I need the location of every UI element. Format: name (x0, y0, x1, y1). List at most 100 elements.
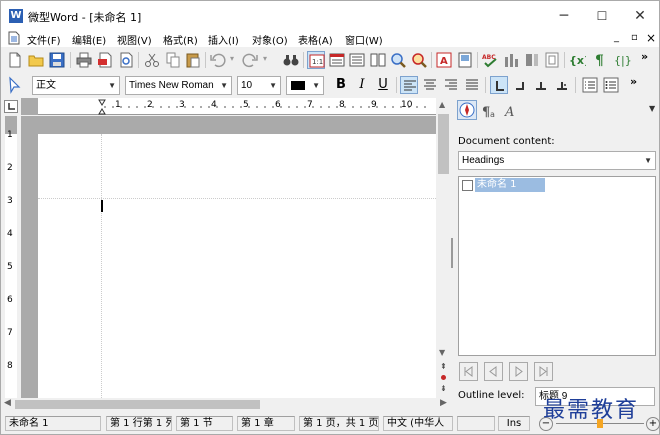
horizontal-scrollbar[interactable]: ◀ ▶ (1, 398, 451, 411)
content-select[interactable]: Headings ▼ (458, 151, 656, 170)
show-formatting-marks-icon[interactable]: ¶ (592, 51, 610, 69)
mdi-close-button[interactable]: × (646, 31, 656, 45)
styles-tab-icon[interactable]: ¶ a (481, 102, 499, 120)
ruler-mark: 7 (307, 100, 313, 110)
open-folder-icon[interactable] (27, 51, 45, 69)
scroll-up-icon[interactable]: ▲ (439, 100, 445, 109)
menu-file[interactable]: 文件(F) (27, 32, 61, 47)
align-right-icon[interactable] (442, 76, 460, 94)
save-icon[interactable] (48, 51, 66, 69)
field-shading-icon[interactable]: {|} (613, 51, 631, 69)
ruler-mark: 10 (401, 100, 413, 110)
horizontal-ruler[interactable]: 1 2 3 4 5 6 7 8 9 10 (21, 98, 436, 115)
scroll-left-icon[interactable]: ◀ (4, 398, 11, 408)
redo-icon[interactable] (241, 51, 259, 69)
bulleted-list-icon[interactable] (602, 76, 620, 94)
ruler-mark: 8 (7, 361, 13, 371)
mdi-restore-button[interactable]: ▫ (631, 32, 638, 43)
fonts-tab-icon[interactable]: A (503, 102, 521, 120)
paste-icon[interactable] (184, 51, 202, 69)
minimize-button[interactable]: ─ (545, 1, 583, 31)
status-insert-mode[interactable]: Ins (498, 416, 530, 431)
tree-item[interactable]: 未命名 1 (475, 178, 545, 192)
word-count-icon[interactable] (502, 51, 520, 69)
page-setup-icon[interactable] (543, 51, 561, 69)
menu-window[interactable]: 窗口(W) (345, 32, 383, 47)
numbered-list-icon[interactable] (581, 76, 599, 94)
vertical-scrollbar[interactable]: ▲ ▼ ⇞ ⇟ (436, 98, 451, 398)
svg-text:¶: ¶ (595, 53, 604, 69)
italic-button[interactable]: I (353, 76, 371, 94)
scroll-thumb[interactable] (15, 400, 260, 409)
menu-table[interactable]: 表格(A) (298, 32, 333, 47)
font-color-swatch (291, 81, 305, 90)
status-blank (457, 416, 495, 431)
field-code-icon[interactable]: {x} (568, 51, 586, 69)
zoom-icon[interactable] (389, 51, 407, 69)
menu-view[interactable]: 视图(V) (117, 32, 152, 47)
columns-icon[interactable] (523, 51, 541, 69)
menu-object[interactable]: 对象(O) (252, 32, 288, 47)
document-tree[interactable]: 未命名 1 (458, 176, 656, 356)
scroll-thumb[interactable] (438, 114, 449, 174)
align-left-icon[interactable] (400, 76, 418, 94)
insert-picture-icon[interactable] (456, 51, 474, 69)
next-item-button[interactable] (509, 362, 528, 381)
first-item-button[interactable] (459, 362, 478, 381)
underline-button[interactable]: U (374, 76, 392, 94)
tree-item-checkbox[interactable] (462, 180, 473, 191)
undo-dropdown-icon[interactable]: ▾ (230, 54, 234, 63)
print-icon[interactable] (75, 51, 93, 69)
browse-object-icon[interactable] (441, 375, 446, 380)
menu-format[interactable]: 格式(R) (163, 32, 198, 47)
font-family-select[interactable]: Times New Roman ▼ (125, 76, 232, 95)
maximize-button[interactable]: ☐ (583, 1, 621, 31)
pdf-export-icon[interactable] (96, 51, 114, 69)
select-arrow-icon[interactable] (6, 76, 24, 94)
scroll-down-icon[interactable]: ▼ (439, 348, 445, 357)
spell-check-icon[interactable]: ABC (481, 51, 499, 69)
find-binoculars-icon[interactable] (282, 51, 300, 69)
scroll-right-icon[interactable]: ▶ (440, 398, 447, 408)
two-pages-view-icon[interactable] (369, 51, 387, 69)
mdi-minimize-button[interactable]: _ (614, 32, 619, 43)
undo-icon[interactable] (209, 51, 227, 69)
status-pages: 第 1 页，共 1 页 (299, 416, 379, 431)
panel-menu-icon[interactable]: ▼ (649, 104, 655, 113)
center-tab-icon[interactable] (532, 76, 550, 94)
previous-item-button[interactable] (484, 362, 503, 381)
tab-selector-icon[interactable] (4, 100, 18, 113)
toolbar-overflow-icon[interactable]: » (630, 75, 637, 88)
paragraph-style-select[interactable]: 正文 ▼ (32, 76, 120, 95)
zoom-in-icon[interactable]: + (646, 417, 660, 431)
zoom-page-icon[interactable] (410, 51, 428, 69)
right-tab-icon[interactable] (511, 76, 529, 94)
document-page[interactable] (38, 134, 436, 398)
justify-icon[interactable] (463, 76, 481, 94)
status-language[interactable]: 中文 (中华人 (383, 416, 453, 431)
normal-view-icon[interactable] (328, 51, 346, 69)
bold-button[interactable]: B (332, 76, 350, 94)
new-document-icon[interactable] (6, 51, 24, 69)
font-size-select[interactable]: 10 ▼ (237, 76, 281, 95)
toolbar-overflow-icon[interactable]: » (641, 50, 648, 63)
print-preview-icon[interactable] (117, 51, 135, 69)
close-button[interactable]: ✕ (621, 1, 659, 31)
next-page-icon[interactable]: ⇟ (440, 384, 447, 393)
page-layout-view-icon[interactable]: 1:1 (307, 51, 325, 69)
insert-textbox-icon[interactable]: A (435, 51, 453, 69)
decimal-tab-icon[interactable] (553, 76, 571, 94)
previous-page-icon[interactable]: ⇞ (440, 362, 447, 371)
font-color-select[interactable]: ▼ (286, 76, 324, 95)
copy-icon[interactable] (164, 51, 182, 69)
align-center-icon[interactable] (421, 76, 439, 94)
outline-view-icon[interactable] (348, 51, 366, 69)
last-item-button[interactable] (534, 362, 553, 381)
left-tab-icon[interactable] (490, 76, 508, 94)
menu-insert[interactable]: 插入(I) (208, 32, 239, 47)
compass-tab[interactable] (457, 100, 477, 120)
cut-icon[interactable] (143, 51, 161, 69)
redo-dropdown-icon[interactable]: ▾ (263, 54, 267, 63)
menu-edit[interactable]: 编辑(E) (72, 32, 106, 47)
vertical-ruler[interactable]: 1 2 3 4 5 6 7 8 (1, 116, 21, 398)
